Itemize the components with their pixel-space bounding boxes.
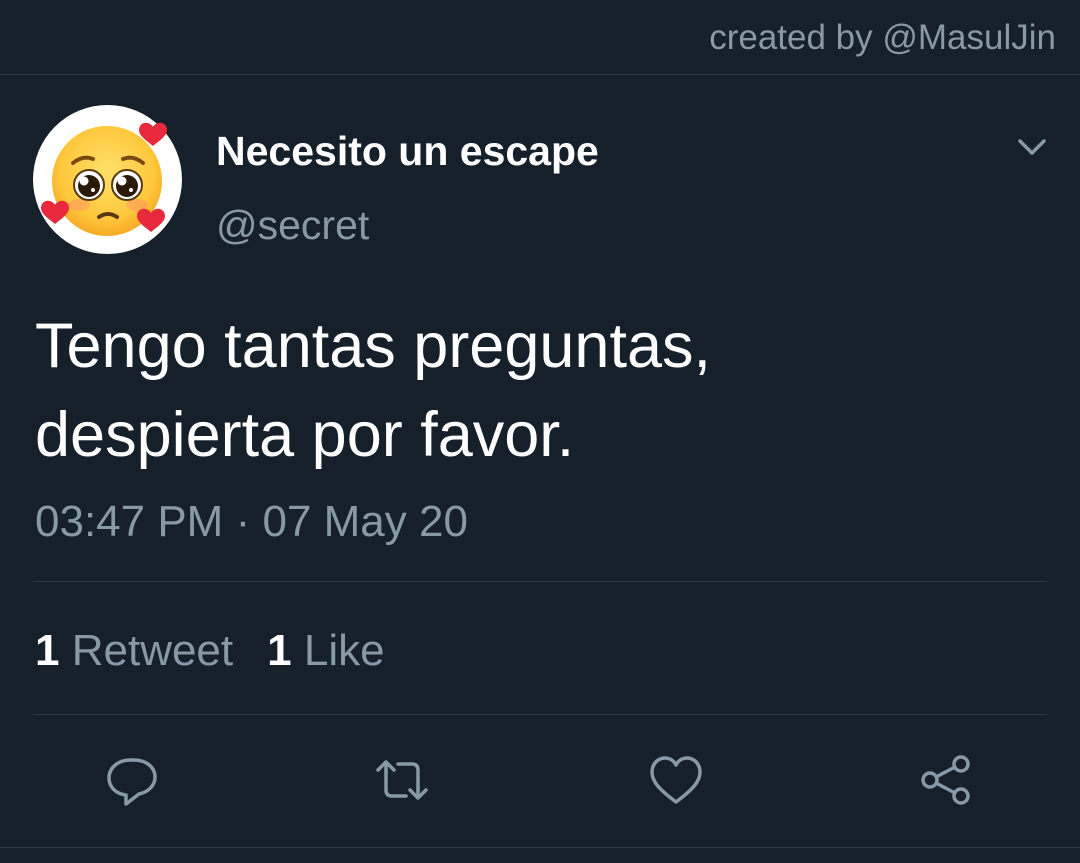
tweet-date: 07 May 20 (262, 497, 468, 546)
divider (33, 714, 1047, 715)
timestamp-separator: · (235, 497, 251, 546)
tweet-time: 03:47 PM (35, 497, 224, 546)
like-count: 1 (267, 626, 292, 675)
display-name[interactable]: Necesito un escape (216, 128, 599, 175)
pleading-face-with-hearts-icon (41, 122, 167, 236)
like-icon[interactable] (648, 752, 704, 808)
user-handle[interactable]: @secret (216, 202, 369, 249)
reply-icon[interactable] (104, 752, 160, 808)
credit-text: created by @MasulJin (709, 18, 1056, 57)
top-bar: created by @MasulJin (0, 0, 1080, 75)
divider (0, 847, 1080, 848)
tweet-text: Tengo tantas preguntas, despierta por fa… (35, 302, 1045, 480)
retweet-stat[interactable]: 1 Retweet (35, 626, 233, 675)
tweet-text-line: despierta por favor. (35, 400, 575, 470)
retweet-icon[interactable] (374, 752, 430, 808)
tweet-text-line: Tengo tantas preguntas, (35, 311, 711, 381)
retweet-count: 1 (35, 626, 60, 675)
chevron-down-icon[interactable] (1014, 132, 1050, 160)
like-label: Like (303, 626, 385, 675)
divider (33, 581, 1047, 582)
retweet-label: Retweet (71, 626, 234, 675)
share-icon[interactable] (918, 752, 974, 808)
avatar[interactable] (33, 105, 182, 254)
tweet-stats: 1 Retweet 1 Like (35, 626, 385, 676)
tweet-timestamp: 03:47 PM · 07 May 20 (35, 497, 468, 547)
like-stat[interactable]: 1 Like (267, 626, 384, 675)
